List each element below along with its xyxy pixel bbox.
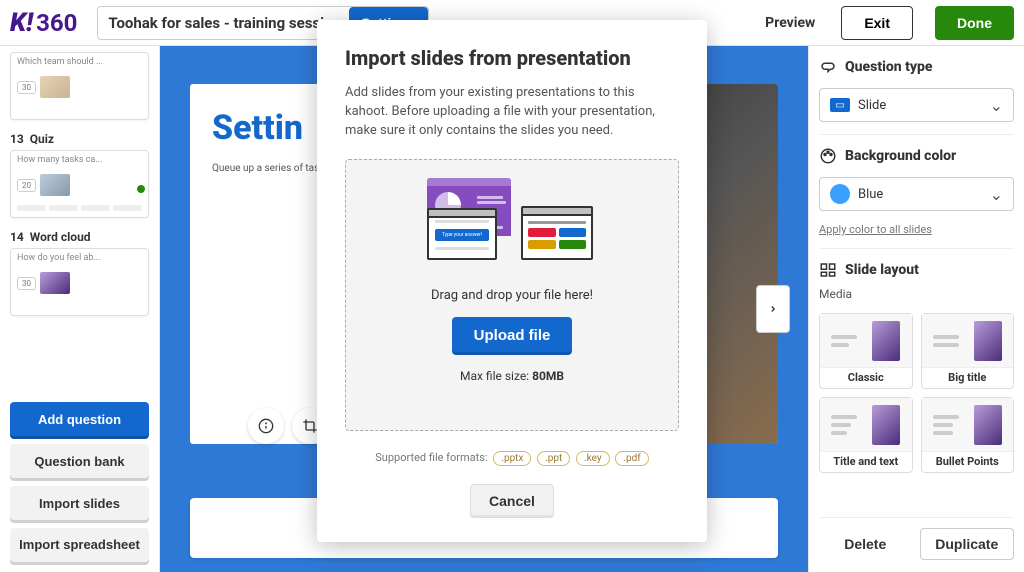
modal-title: Import slides from presentation: [345, 46, 679, 70]
format-pill: .pdf: [615, 451, 648, 466]
exit-button[interactable]: Exit: [841, 6, 913, 40]
kahoot-title-text: Toohak for sales - training session: [108, 14, 341, 32]
layout-card-bullets[interactable]: Bullet Points: [921, 397, 1015, 473]
done-button[interactable]: Done: [935, 6, 1014, 40]
chevron-down-icon: ⌄: [990, 96, 1003, 115]
timer-badge: 20: [17, 179, 36, 192]
format-pill: .key: [576, 451, 610, 466]
format-pill: .ppt: [537, 451, 570, 466]
layout-card-big-title[interactable]: Big title: [921, 313, 1015, 389]
timer-badge: 30: [17, 81, 36, 94]
timer-badge: 30: [17, 277, 36, 290]
slide-thumbnail[interactable]: How many tasks ca... 20: [10, 150, 149, 218]
layout-card-label: Bullet Points: [936, 455, 999, 468]
color-chip: [830, 184, 850, 204]
layout-icon: [819, 261, 837, 279]
import-spreadsheet-button[interactable]: Import spreadsheet: [10, 528, 149, 562]
layout-card-title-text[interactable]: Title and text: [819, 397, 913, 473]
apply-color-all-link[interactable]: Apply color to all slides: [819, 223, 1014, 236]
chevron-down-icon: ⌄: [990, 185, 1003, 204]
slide-item[interactable]: Which team should ... 30: [10, 52, 149, 120]
preview-link[interactable]: Preview: [765, 15, 815, 31]
import-illustration: Type your answer!: [427, 178, 597, 278]
upload-file-button[interactable]: Upload file: [452, 317, 573, 355]
slide-index-label: 13 Quiz: [10, 132, 149, 146]
thumb-image: [40, 174, 70, 196]
modal-description: Add slides from your existing presentati…: [345, 84, 679, 141]
next-slide-button[interactable]: [756, 285, 790, 333]
brand-logo: K! 360: [10, 8, 77, 38]
question-type-select[interactable]: ▭ Slide ⌄: [819, 88, 1014, 122]
import-slides-modal: Import slides from presentation Add slid…: [317, 20, 707, 542]
properties-panel: Question type ▭ Slide ⌄ Background color…: [808, 46, 1024, 572]
thumb-image: [40, 76, 70, 98]
cancel-button[interactable]: Cancel: [470, 484, 554, 518]
status-dot: [137, 185, 145, 193]
thumb-image: [40, 272, 70, 294]
layout-card-label: Big title: [948, 371, 986, 384]
slide-index-label: 14 Word cloud: [10, 230, 149, 244]
slide-thumbnail[interactable]: How do you feel ab... 30: [10, 248, 149, 316]
add-question-button[interactable]: Add question: [10, 402, 149, 436]
question-bank-button[interactable]: Question bank: [10, 444, 149, 478]
bg-color-heading: Background color: [819, 147, 1014, 165]
slide-layout-heading: Slide layout: [819, 261, 1014, 279]
slide-item[interactable]: 13 Quiz How many tasks ca... 20: [10, 128, 149, 218]
duplicate-button[interactable]: Duplicate: [920, 528, 1015, 560]
import-slides-button[interactable]: Import slides: [10, 486, 149, 520]
slide-thumbnail[interactable]: Which team should ... 30: [10, 52, 149, 120]
bg-color-select[interactable]: Blue ⌄: [819, 177, 1014, 211]
slide-sidebar: Which team should ... 30 13 Quiz How man…: [0, 46, 160, 572]
dropzone-text: Drag and drop your file here!: [431, 288, 593, 303]
slide-thumb-title: How many tasks ca...: [17, 155, 142, 165]
slide-type-icon: ▭: [830, 98, 850, 112]
layout-card-label: Title and text: [833, 455, 898, 468]
file-dropzone[interactable]: Type your answer! Drag and drop your fil…: [345, 159, 679, 431]
format-pill: .pptx: [493, 451, 531, 466]
slide-thumb-title: How do you feel ab...: [17, 253, 142, 263]
question-type-heading: Question type: [819, 58, 1014, 76]
info-icon[interactable]: [248, 408, 284, 444]
layout-card-classic[interactable]: Classic: [819, 313, 913, 389]
question-type-icon: [819, 58, 837, 76]
slide-thumb-title: Which team should ...: [17, 57, 142, 67]
palette-icon: [819, 147, 837, 165]
media-label: Media: [819, 287, 1014, 301]
delete-button[interactable]: Delete: [819, 528, 912, 560]
logo-k: K!: [10, 8, 33, 38]
supported-formats: Supported file formats: .pptx .ppt .key …: [345, 451, 679, 466]
bg-color-value: Blue: [858, 187, 982, 202]
max-filesize-text: Max file size: 80MB: [460, 369, 564, 383]
logo-360: 360: [36, 9, 77, 37]
question-type-value: Slide: [858, 98, 982, 113]
slide-item[interactable]: 14 Word cloud How do you feel ab... 30: [10, 226, 149, 316]
layout-card-label: Classic: [848, 371, 884, 384]
